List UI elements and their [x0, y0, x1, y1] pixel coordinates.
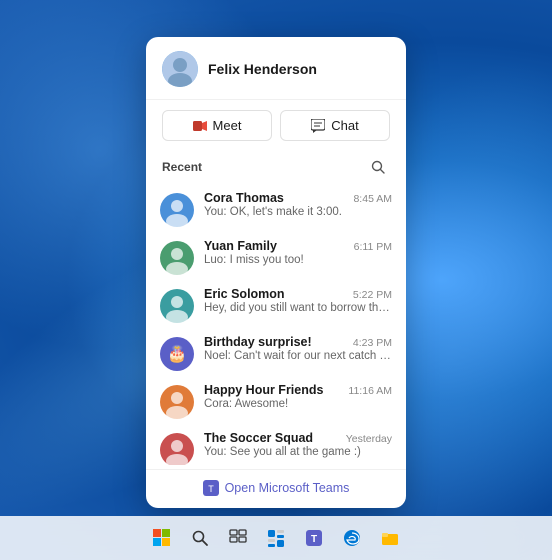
- edge-icon: [343, 529, 361, 547]
- taskbar-file-explorer[interactable]: [374, 522, 406, 554]
- panel-header: Felix Henderson: [146, 37, 406, 100]
- conversation-list: Cora Thomas 8:45 AM You: OK, let's make …: [146, 185, 406, 465]
- convo-name: Cora Thomas: [204, 191, 284, 205]
- chat-panel: Felix Henderson Meet Chat Recent: [146, 37, 406, 508]
- open-teams-label: Open Microsoft Teams: [225, 481, 350, 495]
- convo-content: Happy Hour Friends 11:16 AM Cora: Awesom…: [204, 383, 392, 410]
- convo-content: Cora Thomas 8:45 AM You: OK, let's make …: [204, 191, 392, 218]
- conversation-item[interactable]: Cora Thomas 8:45 AM You: OK, let's make …: [146, 185, 406, 233]
- convo-time: 8:45 AM: [353, 193, 392, 205]
- taskbar-edge[interactable]: [336, 522, 368, 554]
- video-icon: [193, 119, 207, 133]
- convo-avatar: [160, 433, 194, 465]
- convo-avatar: [160, 385, 194, 419]
- convo-message: You: OK, let's make it 3:00.: [204, 206, 392, 218]
- svg-text:🎂: 🎂: [167, 344, 187, 363]
- convo-top: Cora Thomas 8:45 AM: [204, 191, 392, 205]
- convo-name: Yuan Family: [204, 239, 277, 253]
- convo-name: Birthday surprise!: [204, 335, 312, 349]
- conversation-item[interactable]: Happy Hour Friends 11:16 AM Cora: Awesom…: [146, 377, 406, 425]
- conversation-item[interactable]: The Soccer Squad Yesterday You: See you …: [146, 425, 406, 465]
- chat-icon: [311, 119, 325, 133]
- chat-button[interactable]: Chat: [280, 110, 390, 141]
- convo-avatar: [160, 289, 194, 323]
- teams-taskbar-icon: T: [305, 529, 323, 547]
- search-icon: [371, 160, 385, 174]
- taskbar: T: [0, 516, 552, 560]
- task-view-icon: [229, 529, 247, 547]
- convo-top: Birthday surprise! 4:23 PM: [204, 335, 392, 349]
- recent-label: Recent: [162, 160, 202, 174]
- conversation-item[interactable]: Eric Solomon 5:22 PM Hey, did you still …: [146, 281, 406, 329]
- convo-time: 4:23 PM: [353, 337, 392, 349]
- taskbar-search[interactable]: [184, 522, 216, 554]
- search-taskbar-icon: [191, 529, 209, 547]
- recent-section-header: Recent: [146, 151, 406, 185]
- teams-icon: T: [203, 480, 219, 496]
- convo-name: Happy Hour Friends: [204, 383, 323, 397]
- convo-message: Luo: I miss you too!: [204, 254, 392, 266]
- open-teams-button[interactable]: T Open Microsoft Teams: [146, 469, 406, 500]
- convo-message: You: See you all at the game :): [204, 446, 392, 458]
- convo-message: Hey, did you still want to borrow the no…: [204, 302, 392, 314]
- file-explorer-icon: [381, 529, 399, 547]
- convo-content: Birthday surprise! 4:23 PM Noel: Can't w…: [204, 335, 392, 362]
- convo-top: Yuan Family 6:11 PM: [204, 239, 392, 253]
- windows-icon: [153, 529, 171, 547]
- taskbar-task-view[interactable]: [222, 522, 254, 554]
- convo-content: Yuan Family 6:11 PM Luo: I miss you too!: [204, 239, 392, 266]
- action-buttons: Meet Chat: [146, 100, 406, 151]
- convo-time: 11:16 AM: [348, 385, 392, 397]
- convo-message: Noel: Can't wait for our next catch up!: [204, 350, 392, 362]
- taskbar-teams-chat[interactable]: T: [298, 522, 330, 554]
- convo-message: Cora: Awesome!: [204, 398, 392, 410]
- convo-content: Eric Solomon 5:22 PM Hey, did you still …: [204, 287, 392, 314]
- convo-avatar: 🎂: [160, 337, 194, 371]
- convo-avatar: [160, 193, 194, 227]
- svg-text:T: T: [311, 534, 317, 545]
- user-avatar: [162, 51, 198, 87]
- convo-top: The Soccer Squad Yesterday: [204, 431, 392, 445]
- convo-avatar: [160, 241, 194, 275]
- convo-name: Eric Solomon: [204, 287, 285, 301]
- taskbar-widgets[interactable]: [260, 522, 292, 554]
- widgets-icon: [267, 529, 285, 547]
- conversation-item[interactable]: 🎂 Birthday surprise! 4:23 PM Noel: Can't…: [146, 329, 406, 377]
- convo-time: Yesterday: [346, 433, 392, 445]
- convo-time: 5:22 PM: [353, 289, 392, 301]
- taskbar-windows-start[interactable]: [146, 522, 178, 554]
- conversation-item[interactable]: Yuan Family 6:11 PM Luo: I miss you too!: [146, 233, 406, 281]
- convo-content: The Soccer Squad Yesterday You: See you …: [204, 431, 392, 458]
- meet-button[interactable]: Meet: [162, 110, 272, 141]
- convo-top: Happy Hour Friends 11:16 AM: [204, 383, 392, 397]
- convo-name: The Soccer Squad: [204, 431, 313, 445]
- convo-top: Eric Solomon 5:22 PM: [204, 287, 392, 301]
- user-name: Felix Henderson: [208, 61, 317, 77]
- svg-text:T: T: [208, 484, 214, 494]
- search-recent-button[interactable]: [366, 155, 390, 179]
- convo-time: 6:11 PM: [354, 241, 392, 253]
